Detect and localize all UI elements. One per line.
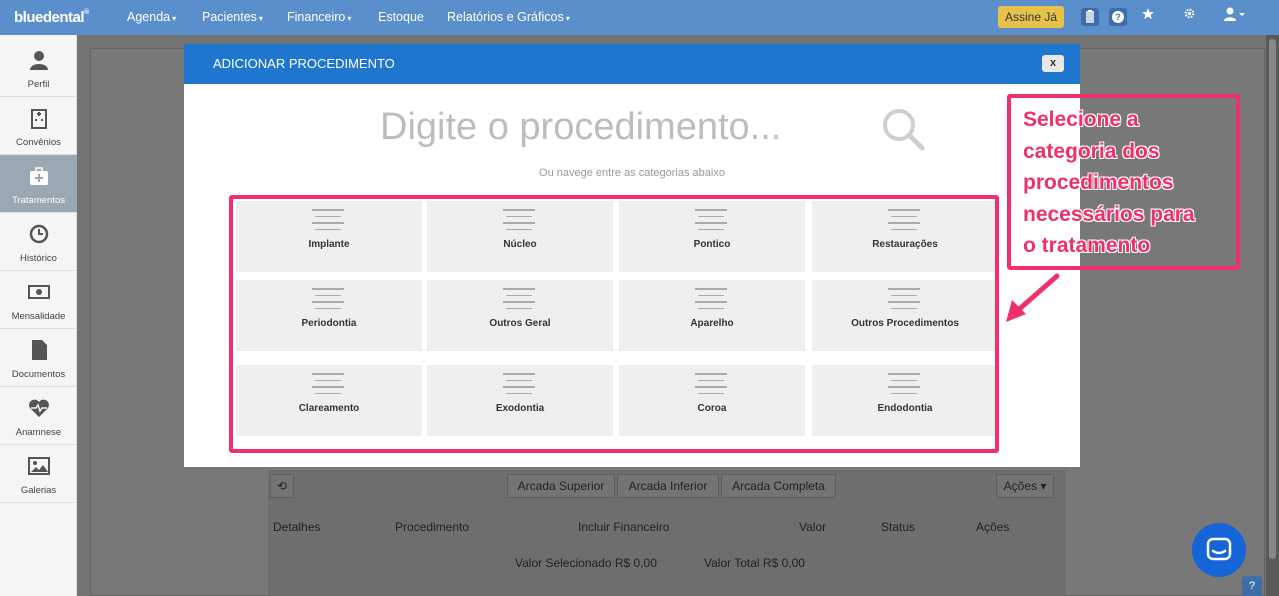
sidebar: Perfil Convênios Tratamentos Histórico M… xyxy=(0,35,77,596)
top-navbar: bluedental® Agenda ▾ Pacientes ▾ Financeir… xyxy=(0,0,1279,35)
nav-relatorios[interactable]: Relatórios e Gráficos ▾ xyxy=(447,10,570,24)
sidebar-item-galerias[interactable]: Galerias xyxy=(0,445,77,503)
user-menu-icon[interactable] xyxy=(1224,7,1246,24)
nav-financeiro[interactable]: Financeiro ▾ xyxy=(287,10,351,24)
modal-title: ADICIONAR PROCEDIMENTO xyxy=(213,56,395,71)
category-hint: Ou navege entre as categorias abaixo xyxy=(539,167,725,179)
sidebar-item-tratamentos[interactable]: Tratamentos xyxy=(0,155,77,213)
document-icon xyxy=(28,339,50,361)
scrollbar[interactable] xyxy=(1266,35,1279,596)
nav-pacientes[interactable]: Pacientes ▾ xyxy=(202,10,263,24)
procedure-search-input[interactable]: Digite o procedimento... xyxy=(380,106,781,149)
highlight-box xyxy=(229,195,999,453)
sidebar-item-historico[interactable]: Histórico xyxy=(0,213,77,271)
nav-agenda[interactable]: Agenda ▾ xyxy=(127,10,176,24)
brand-logo[interactable]: bluedental® xyxy=(14,9,89,26)
help-icon[interactable]: ? xyxy=(1109,8,1127,26)
sidebar-item-convenios[interactable]: Convênios xyxy=(0,97,77,155)
sidebar-item-perfil[interactable]: Perfil xyxy=(0,39,77,97)
nav-estoque[interactable]: Estoque xyxy=(378,10,424,24)
callout-text: Selecione a categoria dos procedimentos … xyxy=(1023,108,1195,257)
search-icon[interactable] xyxy=(880,106,926,152)
medkit-icon xyxy=(28,165,50,187)
scrollbar-thumb[interactable] xyxy=(1269,39,1276,559)
svg-text:?: ? xyxy=(1115,12,1121,22)
gear-icon[interactable] xyxy=(1183,7,1196,23)
money-icon xyxy=(27,281,50,303)
sidebar-item-documentos[interactable]: Documentos xyxy=(0,329,77,387)
picture-icon xyxy=(27,455,50,477)
chat-button[interactable] xyxy=(1192,523,1246,577)
clipboard-icon[interactable] xyxy=(1081,8,1099,26)
modal-header: ADICIONAR PROCEDIMENTO x xyxy=(184,44,1080,84)
sidebar-item-mensalidade[interactable]: Mensalidade xyxy=(0,271,77,329)
callout-box: Selecione a categoria dos procedimentos … xyxy=(1007,94,1240,270)
annotation-arrow xyxy=(1006,273,1060,322)
star-icon[interactable] xyxy=(1141,7,1155,24)
heartbeat-icon xyxy=(28,397,50,419)
user-icon xyxy=(28,49,50,71)
help-button[interactable]: ? xyxy=(1242,576,1262,596)
close-button[interactable]: x xyxy=(1042,55,1064,72)
sidebar-item-anamnese[interactable]: Anamnese xyxy=(0,387,77,445)
history-icon xyxy=(28,223,50,245)
assine-button[interactable]: Assine Já xyxy=(998,6,1064,28)
hospital-icon xyxy=(28,107,50,129)
